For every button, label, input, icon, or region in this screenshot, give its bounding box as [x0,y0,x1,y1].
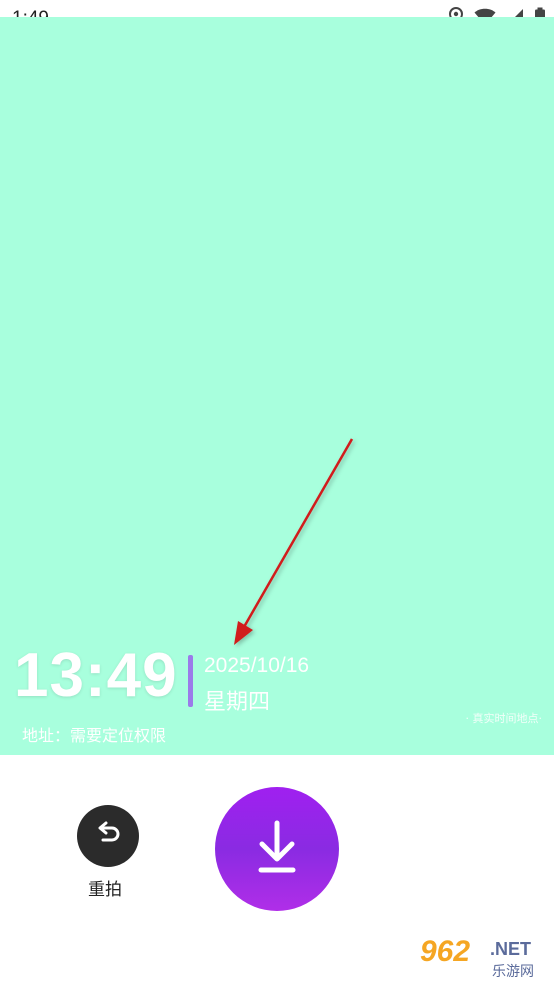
logo-suffix: .NET [490,939,532,959]
undo-icon [93,819,123,853]
retake-label[interactable]: 重拍 [88,875,122,900]
watermark-date: 2025/10/16 [204,654,310,677]
download-icon [247,817,307,881]
logo-number: 962 [420,935,471,968]
site-logo: 962 .NET 乐游网 [414,935,549,983]
logo-sub: 乐游网 [492,964,534,980]
watermark-time: 13:49 [14,641,178,710]
watermark-address: 地址：需要定位权限 [22,726,167,745]
retake-button[interactable] [77,805,139,867]
save-button[interactable] [215,787,339,911]
verified-tag: · 真实时间地点· [465,712,543,725]
watermark-divider [188,655,193,707]
camera-preview[interactable]: 13:49 2025/10/16 星期四 地址：需要定位权限 · 真实时间地点· [0,17,554,755]
watermark-weekday: 星期四 [204,690,271,715]
timestamp-watermark: 13:49 2025/10/16 星期四 地址：需要定位权限 · 真实时间地点· [14,640,544,750]
